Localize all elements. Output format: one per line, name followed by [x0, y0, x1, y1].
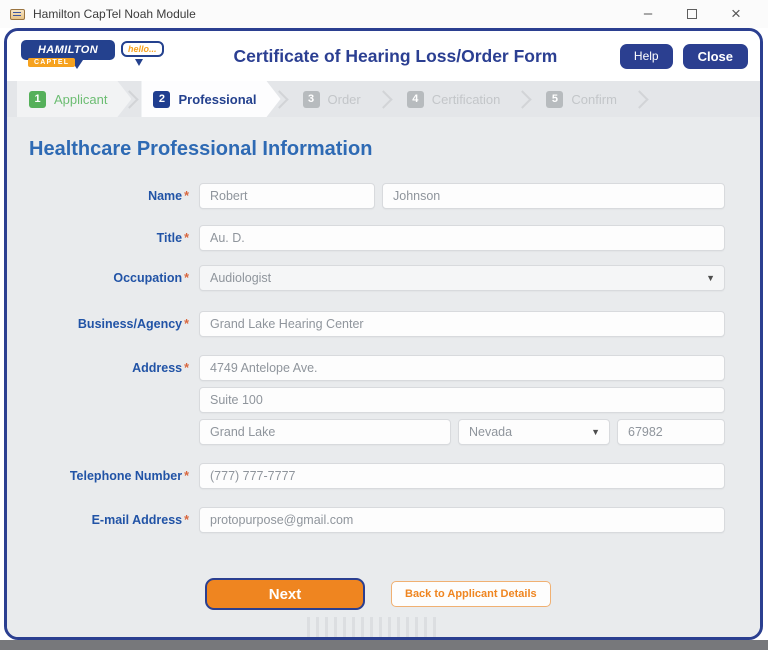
- title-input[interactable]: [199, 225, 725, 251]
- background-band: [0, 640, 768, 650]
- minimize-icon[interactable]: –: [626, 1, 670, 27]
- step-professional[interactable]: 2 Professional: [141, 81, 280, 117]
- step-number-badge: 5: [546, 91, 563, 108]
- address-label: Address*: [7, 355, 199, 381]
- maximize-icon[interactable]: [670, 9, 714, 19]
- required-marker: *: [184, 469, 189, 483]
- phone-input[interactable]: [199, 463, 725, 489]
- first-name-input[interactable]: [199, 183, 375, 209]
- step-certification: 4 Certification: [395, 81, 525, 117]
- required-marker: *: [184, 231, 189, 245]
- form-content: Healthcare Professional Information Name…: [7, 117, 760, 637]
- step-label: Applicant: [54, 92, 107, 107]
- app-icon: [10, 9, 25, 20]
- required-marker: *: [184, 317, 189, 331]
- dropdown-caret-icon: ▼: [706, 273, 715, 283]
- step-label: Order: [328, 92, 361, 107]
- email-input[interactable]: [199, 507, 725, 533]
- required-marker: *: [184, 513, 189, 527]
- zip-input[interactable]: [617, 419, 725, 445]
- step-label: Certification: [432, 92, 501, 107]
- form-window: HAMILTON CAPTEL hello... Certificate of …: [4, 28, 763, 640]
- email-label: E-mail Address*: [7, 507, 199, 533]
- business-input[interactable]: [199, 311, 725, 337]
- os-titlebar: Hamilton CapTel Noah Module – ×: [0, 0, 768, 28]
- hello-bubble-tail: [135, 59, 143, 66]
- name-row: Name*: [7, 183, 760, 209]
- occupation-label: Occupation*: [7, 265, 199, 291]
- action-buttons: Next Back to Applicant Details: [205, 578, 760, 610]
- page-title: Certificate of Hearing Loss/Order Form: [171, 46, 620, 67]
- occupation-selected-value: Audiologist: [210, 271, 271, 285]
- step-number-badge: 2: [153, 91, 170, 108]
- required-marker: *: [184, 189, 189, 203]
- window-title: Hamilton CapTel Noah Module: [33, 7, 196, 21]
- step-number-badge: 1: [29, 91, 46, 108]
- required-marker: *: [184, 271, 189, 285]
- address-row: Address* Nevada ▼: [7, 355, 760, 445]
- last-name-input[interactable]: [382, 183, 725, 209]
- next-button[interactable]: Next: [205, 578, 365, 610]
- email-row: E-mail Address*: [7, 507, 760, 533]
- step-number-badge: 4: [407, 91, 424, 108]
- name-label: Name*: [7, 183, 199, 209]
- step-label: Professional: [178, 92, 256, 107]
- title-label: Title*: [7, 225, 199, 251]
- faint-artifact: [307, 617, 439, 637]
- address-line1-input[interactable]: [199, 355, 725, 381]
- address-line2-input[interactable]: [199, 387, 725, 413]
- step-number-badge: 3: [303, 91, 320, 108]
- close-window-icon[interactable]: ×: [714, 1, 758, 27]
- back-to-applicant-button[interactable]: Back to Applicant Details: [391, 581, 551, 607]
- logo-captel-text: CAPTEL: [28, 58, 75, 67]
- title-row: Title*: [7, 225, 760, 251]
- occupation-row: Occupation* Audiologist ▼: [7, 265, 760, 291]
- phone-label: Telephone Number*: [7, 463, 199, 489]
- business-label: Business/Agency*: [7, 311, 199, 337]
- business-row: Business/Agency*: [7, 311, 760, 337]
- close-form-button[interactable]: Close: [683, 44, 748, 69]
- step-confirm: 5 Confirm: [534, 81, 641, 117]
- help-button[interactable]: Help: [620, 44, 673, 69]
- step-applicant[interactable]: 1 Applicant: [17, 81, 131, 117]
- hamilton-captel-logo: HAMILTON CAPTEL hello...: [19, 35, 171, 77]
- required-marker: *: [184, 361, 189, 375]
- form-header: HAMILTON CAPTEL hello... Certificate of …: [7, 31, 760, 81]
- dropdown-caret-icon: ▼: [591, 427, 600, 437]
- hello-bubble: hello...: [121, 41, 164, 57]
- step-wizard: 1 Applicant 2 Professional 3 Order 4 Cer…: [7, 81, 760, 117]
- logo-hamilton-text: HAMILTON: [21, 40, 115, 60]
- state-select[interactable]: Nevada ▼: [458, 419, 610, 445]
- state-selected-value: Nevada: [469, 425, 512, 439]
- occupation-select[interactable]: Audiologist ▼: [199, 265, 725, 291]
- step-label: Confirm: [571, 92, 617, 107]
- section-heading: Healthcare Professional Information: [29, 138, 760, 161]
- step-order: 3 Order: [291, 81, 385, 117]
- city-input[interactable]: [199, 419, 451, 445]
- phone-row: Telephone Number*: [7, 463, 760, 489]
